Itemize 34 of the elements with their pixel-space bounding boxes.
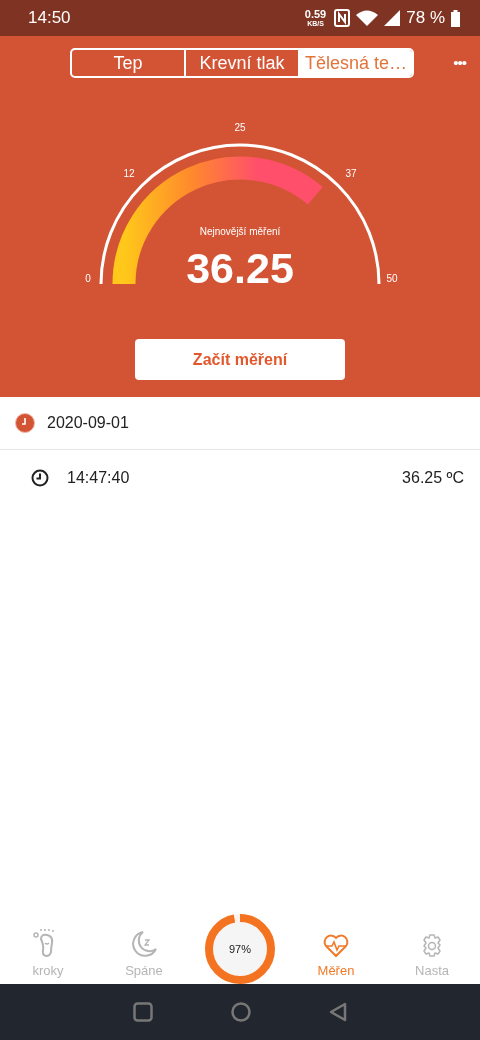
clock-icon	[31, 468, 49, 487]
settings-icon	[420, 934, 444, 958]
square-icon[interactable]	[133, 1002, 153, 1022]
nav-item[interactable]: Měřen	[288, 915, 384, 984]
more-menu[interactable]: •••	[453, 54, 466, 71]
nfc-icon	[334, 9, 351, 27]
battery-icon	[451, 9, 460, 27]
tab[interactable]: Tep	[72, 50, 184, 76]
start-button[interactable]: Začít měření	[135, 339, 345, 380]
record-time: 14:47:40	[67, 468, 130, 487]
battery-ring[interactable]: 97%	[204, 913, 276, 985]
gauge-tick: 12	[123, 168, 135, 179]
nav-item[interactable]: kroky	[0, 915, 96, 984]
moon-icon	[130, 930, 158, 958]
tab[interactable]: Tělesná te…	[298, 50, 412, 76]
network-speed: 0.59	[304, 9, 327, 20]
clock-icon	[15, 413, 35, 433]
record-value: 36.25 ºC	[402, 468, 464, 487]
circle-icon[interactable]	[231, 1002, 251, 1022]
temperature-value: 36.25	[186, 244, 294, 292]
wifi-icon	[356, 10, 379, 26]
gauge-tick: 0	[85, 273, 91, 284]
record-date: 2020-09-01	[47, 414, 129, 432]
heart-pulse-icon	[323, 934, 349, 958]
gauge-tick: 37	[345, 168, 357, 179]
back-icon[interactable]	[329, 1002, 347, 1022]
signal-icon	[384, 10, 401, 26]
gauge-tick: 50	[386, 273, 398, 284]
nav-item[interactable]: Spáne	[96, 915, 192, 984]
battery-percent: 78 %	[406, 8, 445, 28]
nav-item[interactable]: Nasta	[384, 915, 480, 984]
gauge-caption: Nejnovější měření	[199, 226, 281, 237]
gauge-tick: 25	[234, 122, 246, 133]
clock-time: 14:50	[28, 8, 71, 28]
